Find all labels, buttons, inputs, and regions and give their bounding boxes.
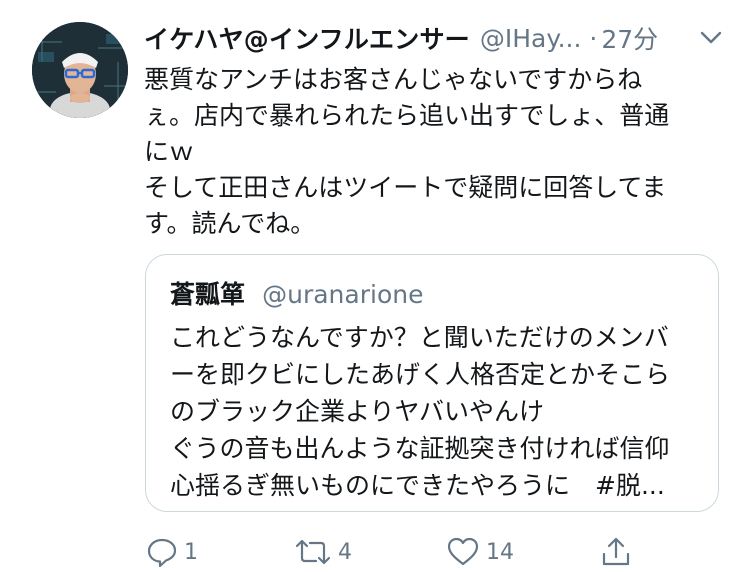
quote-author-name: 蒼瓢箪	[170, 280, 246, 309]
retweet-button[interactable]: 4	[294, 534, 352, 570]
tweet-text-line: 悪質なアンチはお客さんじゃないですからね	[144, 65, 643, 94]
like-count: 14	[486, 539, 514, 565]
quote-header: 蒼瓢箪 @uranarione	[170, 275, 423, 311]
share-button[interactable]	[600, 534, 632, 570]
tweet-text-line: にｗ	[144, 137, 195, 166]
quote-text-line: 心揺るぎ無いものにできたやろうに #脱...	[170, 471, 665, 500]
tweet-text-line: す。読んでね。	[144, 209, 316, 238]
tweet-actions: 1 4 14	[144, 534, 704, 570]
retweet-count: 4	[338, 539, 352, 565]
quote-text-line: ぐうの音も出んような証拠突き付ければ信仰	[170, 434, 670, 463]
reply-icon	[147, 538, 177, 568]
quote-text: これどうなんですか？と聞いただけのメンバ ーを即クビにしたあげく人格否定とかそこ…	[170, 319, 700, 504]
reply-button[interactable]: 1	[146, 534, 198, 570]
author-name[interactable]: イケハヤ@インフルエンサー	[144, 20, 470, 56]
like-button[interactable]: 14	[446, 534, 514, 570]
quote-text-line: ーを即クビにしたあげく人格否定とかそこら	[170, 360, 671, 389]
heart-icon	[447, 537, 479, 566]
chevron-down-icon[interactable]	[698, 28, 724, 48]
quote-text-line: これどうなんですか？と聞いただけのメンバ	[170, 323, 669, 352]
share-icon	[602, 537, 630, 566]
tweet-header: イケハヤ@インフルエンサー @IHay... · 27分	[144, 16, 734, 60]
quote-author-handle: @uranarione	[262, 280, 424, 309]
avatar[interactable]	[32, 22, 128, 118]
tweet-text-line: ぇ。店内で暴れられたら追い出すでしょ、普通	[144, 101, 670, 130]
author-handle[interactable]: @IHay...	[480, 24, 582, 53]
quoted-tweet[interactable]: 蒼瓢箪 @uranarione これどうなんですか？と聞いただけのメンバ ーを即…	[145, 254, 719, 512]
reply-count: 1	[184, 539, 198, 565]
retweet-icon	[295, 539, 331, 565]
avatar-image	[32, 22, 128, 118]
tweet-text: 悪質なアンチはお客さんじゃないですからね ぇ。店内で暴れられたら追い出すでしょ、…	[144, 62, 720, 242]
quote-text-line: のブラック企業よりヤバいやんけ	[170, 397, 545, 426]
separator-dot: ·	[589, 23, 598, 53]
tweet-time[interactable]: 27分	[601, 20, 658, 56]
tweet-text-line: そして正田さんはツイートで疑問に回答してま	[144, 173, 667, 202]
